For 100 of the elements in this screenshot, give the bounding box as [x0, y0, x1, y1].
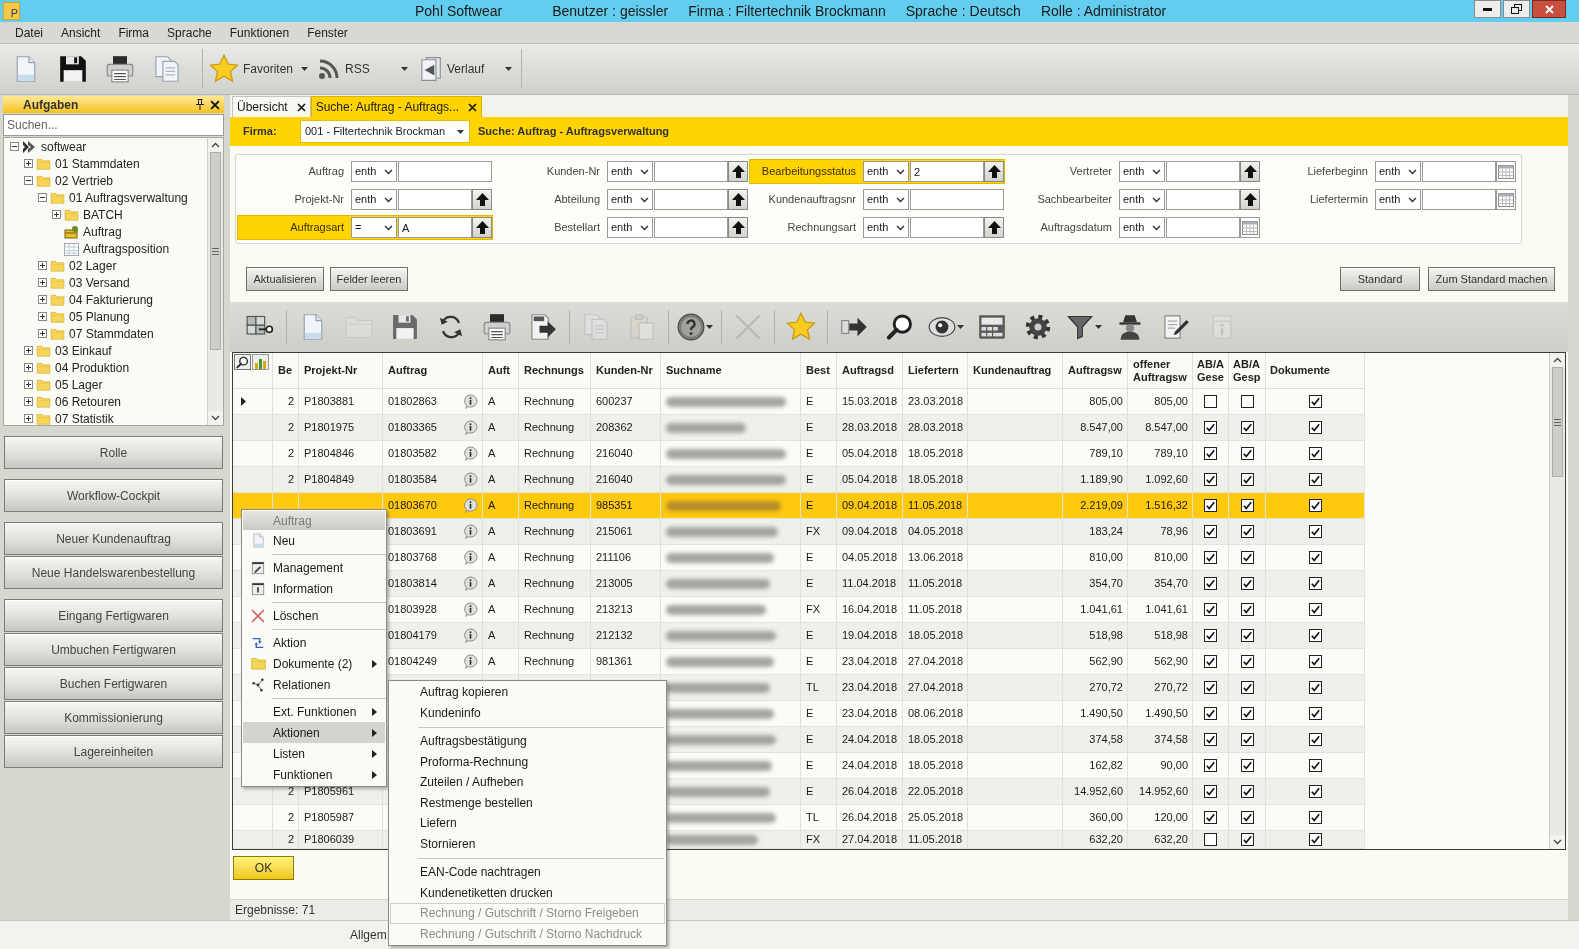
checkbox[interactable]: [1308, 811, 1322, 824]
expand-icon[interactable]: [38, 329, 47, 338]
filter-field[interactable]: A: [398, 217, 472, 238]
lookup-button[interactable]: [472, 189, 492, 210]
calendar-button[interactable]: [1496, 189, 1516, 210]
expand-icon[interactable]: [52, 210, 61, 219]
checkbox[interactable]: [1308, 681, 1322, 694]
filter-field[interactable]: [910, 217, 984, 238]
sidebar-button[interactable]: Workflow-Cockpit: [4, 479, 223, 512]
lookup-button[interactable]: [984, 161, 1004, 182]
collapse-icon[interactable]: [24, 176, 33, 185]
checkbox[interactable]: [1308, 525, 1322, 538]
menu-item[interactable]: Liefern: [390, 813, 665, 834]
expand-icon[interactable]: [38, 312, 47, 321]
calendar-button[interactable]: [1496, 161, 1516, 182]
column-header[interactable]: Kundenauftrag: [973, 364, 1052, 377]
menu-item[interactable]: Dokumente (2): [243, 653, 385, 674]
tree-item[interactable]: Auftragsposition: [83, 239, 170, 258]
checkbox[interactable]: [1308, 421, 1322, 434]
filter-field[interactable]: [910, 189, 1004, 210]
column-header[interactable]: Auftragsw: [1068, 364, 1122, 377]
filter-field[interactable]: [1166, 161, 1240, 182]
checkbox[interactable]: [1308, 629, 1322, 642]
tree-item[interactable]: 01 Auftragsverwaltung: [69, 188, 188, 207]
scroll-up-button[interactable]: [208, 138, 223, 152]
lookup-button[interactable]: [1240, 161, 1260, 182]
expand-icon[interactable]: [24, 414, 33, 423]
lookup-button[interactable]: [728, 189, 748, 210]
table-row[interactable]: 2 P1804849 01803584 A Rechnung 216040 E 05.04.2018 18.05.2018 1.189,90 1.092,60: [233, 467, 1365, 493]
expand-icon[interactable]: [24, 363, 33, 372]
checkbox[interactable]: [1204, 759, 1217, 772]
tree-item[interactable]: 07 Statistik: [55, 409, 114, 425]
search-button[interactable]: [234, 354, 251, 370]
checkbox[interactable]: [1204, 473, 1217, 486]
column-header[interactable]: Best: [806, 364, 830, 377]
checkbox[interactable]: [1308, 577, 1322, 590]
tree-item[interactable]: 02 Vertrieb: [55, 171, 114, 190]
menu-item[interactable]: Proforma-Rechnung: [390, 751, 665, 772]
operator-select[interactable]: enth: [351, 161, 397, 182]
checkbox[interactable]: [1240, 707, 1254, 720]
minimize-button[interactable]: [1474, 0, 1501, 18]
filter-field[interactable]: [654, 189, 728, 210]
column-header[interactable]: offener Auftragsw: [1133, 357, 1187, 384]
rss-button[interactable]: RSS: [317, 49, 411, 89]
sidebar-button[interactable]: Eingang Fertigwaren: [4, 599, 223, 632]
operator-select[interactable]: enth: [607, 189, 653, 210]
menu-item[interactable]: Firma: [109, 22, 159, 43]
menu-item[interactable]: Relationen: [243, 674, 385, 695]
tree-item[interactable]: 03 Versand: [69, 273, 130, 292]
tree-item[interactable]: 04 Fakturierung: [69, 290, 154, 309]
calendar-button[interactable]: [1240, 217, 1260, 238]
table-row[interactable]: 2 P1804846 01803582 A Rechnung 216040 E 05.04.2018 18.05.2018 789,10 789,10: [233, 441, 1365, 467]
menu-item[interactable]: Ansicht: [52, 22, 110, 43]
tree-item[interactable]: 03 Einkauf: [55, 341, 112, 360]
lookup-button[interactable]: [984, 217, 1004, 238]
menu-item[interactable]: Aktionen: [243, 722, 385, 743]
menu-item[interactable]: Datei: [6, 22, 52, 43]
column-header[interactable]: Suchname: [666, 364, 722, 377]
tree-item[interactable]: 06 Retouren: [55, 392, 122, 411]
tab[interactable]: Suche: Auftrag - Auftrags...: [310, 96, 483, 117]
scrollbar-thumb[interactable]: [1552, 367, 1563, 477]
operator-select[interactable]: enth: [863, 189, 909, 210]
checkbox[interactable]: [1240, 733, 1254, 746]
checkbox[interactable]: [1240, 629, 1254, 642]
checkbox[interactable]: [1308, 395, 1322, 408]
checkbox[interactable]: [1240, 525, 1254, 538]
sidebar-button[interactable]: Buchen Fertigwaren: [4, 667, 223, 700]
tree-item[interactable]: softwear: [41, 138, 87, 156]
expand-icon[interactable]: [24, 346, 33, 355]
checkbox[interactable]: [1204, 577, 1217, 590]
checkbox[interactable]: [1240, 785, 1254, 798]
scrollbar-thumb[interactable]: [210, 152, 221, 350]
operator-select[interactable]: enth: [1119, 189, 1165, 210]
checkbox[interactable]: [1204, 681, 1217, 694]
menu-item[interactable]: Löschen: [243, 605, 385, 626]
checkbox[interactable]: [1204, 421, 1217, 434]
sidebar-button[interactable]: Umbuchen Fertigwaren: [4, 633, 223, 666]
checkbox[interactable]: [1240, 499, 1254, 512]
expand-icon[interactable]: [24, 159, 33, 168]
checkbox[interactable]: [1204, 707, 1217, 720]
close-icon[interactable]: [210, 99, 220, 110]
menu-item[interactable]: Kundenetiketten drucken: [390, 882, 665, 903]
sidebar-button[interactable]: Neuer Kundenauftrag: [4, 522, 223, 555]
sidebar-button[interactable]: Lagereinheiten: [4, 735, 223, 768]
filter-field[interactable]: [1166, 217, 1240, 238]
operator-select[interactable]: enth: [1119, 161, 1165, 182]
menu-item[interactable]: Stornieren: [390, 833, 665, 854]
collapse-icon[interactable]: [38, 193, 47, 202]
checkbox[interactable]: [1308, 551, 1322, 564]
menu-item[interactable]: EAN-Code nachtragen: [390, 862, 665, 883]
filter-field[interactable]: [654, 161, 728, 182]
checkbox[interactable]: [1240, 655, 1254, 668]
checkbox[interactable]: [1308, 759, 1322, 772]
menu-item[interactable]: Kundeninfo: [390, 702, 665, 723]
tree-item[interactable]: 04 Produktion: [55, 358, 130, 377]
tree-item[interactable]: 01 Stammdaten: [55, 154, 140, 173]
layout-button[interactable]: Standard: [1340, 267, 1420, 291]
checkbox[interactable]: [1240, 395, 1254, 408]
restore-button[interactable]: [1503, 0, 1530, 18]
column-header[interactable]: Auftrag: [388, 364, 428, 377]
